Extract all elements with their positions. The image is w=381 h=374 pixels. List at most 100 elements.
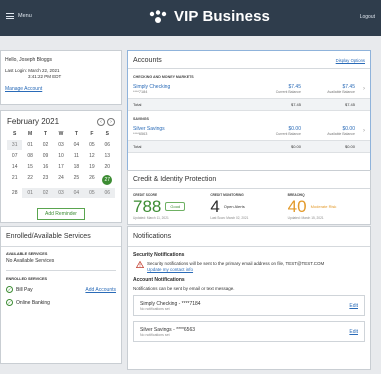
account-row-savings[interactable]: Silver Savings ****6563 $0.00 Current Ba… bbox=[128, 124, 370, 140]
calendar-day[interactable]: 24 bbox=[53, 173, 68, 187]
calendar-day[interactable]: 08 bbox=[22, 151, 37, 161]
brand-logo-icon bbox=[149, 9, 167, 23]
calendar-day[interactable]: 25 bbox=[69, 173, 84, 187]
add-accounts-link[interactable]: Add Accounts bbox=[85, 287, 116, 293]
services-title: Enrolled/Available Services bbox=[1, 227, 121, 247]
total-label: Total bbox=[133, 144, 142, 149]
calendar-weekday: W bbox=[58, 131, 64, 137]
calendar-day[interactable]: 31 bbox=[7, 140, 23, 150]
calendar-weekday: T bbox=[44, 131, 48, 137]
calendar-day[interactable]: 12 bbox=[84, 151, 99, 161]
calendar-day[interactable]: 05 bbox=[84, 140, 99, 150]
total-available: $7.45 bbox=[344, 102, 355, 107]
logout-link[interactable]: Logout bbox=[360, 14, 375, 20]
calendar-day[interactable]: 17 bbox=[53, 162, 68, 172]
last-login: Last Login: March 22, 2021 3:41:22 PM ED… bbox=[5, 68, 117, 80]
notification-status: No notifications set bbox=[140, 306, 170, 311]
menu-label: Menu bbox=[18, 13, 32, 19]
chevron-left-icon[interactable]: ‹ bbox=[97, 117, 105, 126]
display-options-link[interactable]: Display Options bbox=[336, 58, 365, 63]
credit-monitoring[interactable]: CREDIT MONITORING 4 Open Alerts Last Sca… bbox=[210, 193, 287, 220]
edit-link[interactable]: Edit bbox=[349, 303, 358, 309]
account-row-checking[interactable]: Simply Checking ****7184 $7.45 Current B… bbox=[128, 82, 370, 98]
calendar-day[interactable]: 22 bbox=[22, 173, 37, 187]
account-notifications-title: Account Notifications bbox=[133, 277, 185, 283]
calendar-today[interactable]: 27 bbox=[102, 175, 113, 185]
calendar-day[interactable]: 03 bbox=[53, 188, 69, 198]
chevron-right-icon[interactable]: › bbox=[107, 117, 115, 126]
chevron-right-icon[interactable]: › bbox=[355, 86, 365, 92]
accounts-card: Accounts Display Options CHECKING AND MO… bbox=[127, 50, 371, 188]
account-notifications-text: Notifications can be sent by email or te… bbox=[133, 286, 235, 291]
update-contact-link[interactable]: Update my contact info bbox=[147, 267, 324, 272]
notification-account-name: Simply Checking - ****7184 bbox=[140, 300, 201, 307]
calendar-day[interactable]: 07 bbox=[7, 151, 22, 161]
calendar-day[interactable]: 20 bbox=[100, 162, 115, 172]
calendar-day[interactable]: 06 bbox=[99, 188, 115, 198]
calendar-day[interactable]: 13 bbox=[100, 151, 115, 161]
breach-iq-value: 40 bbox=[287, 197, 307, 216]
menu-button[interactable]: Menu bbox=[6, 13, 32, 19]
credit-title: Credit & Identity Protection bbox=[128, 171, 370, 189]
calendar-day[interactable]: 28 bbox=[7, 188, 22, 198]
security-note: Security notifications will be sent to t… bbox=[128, 261, 370, 272]
chevron-right-icon[interactable]: › bbox=[355, 128, 365, 134]
calendar-day[interactable]: 26 bbox=[84, 173, 99, 187]
calendar-day[interactable]: 02 bbox=[37, 188, 54, 198]
manage-account-link[interactable]: Manage Account bbox=[5, 86, 117, 92]
calendar-day[interactable]: 06 bbox=[100, 140, 115, 150]
calendar-day[interactable]: 04 bbox=[68, 188, 85, 198]
edit-link[interactable]: Edit bbox=[349, 329, 358, 335]
calendar-day[interactable]: 19 bbox=[84, 162, 99, 172]
calendar-grid: S M T W T F S 31 01 02 03 04 05 06 07 08 09 10 11 12 13 14 15 1… bbox=[7, 131, 115, 198]
calendar-day[interactable]: 09 bbox=[38, 151, 53, 161]
enrolled-services-heading: ENROLLED SERVICES bbox=[6, 277, 48, 281]
available-services-heading: AVAILABLE SERVICES bbox=[6, 252, 48, 256]
last-scan: Last Scan: March 02, 2021 bbox=[210, 216, 249, 220]
warning-icon bbox=[136, 261, 144, 268]
brand: VIP Business bbox=[148, 8, 270, 25]
calendar-day[interactable]: 21 bbox=[7, 173, 22, 187]
notification-item-checking: Simply Checking - ****7184 No notificati… bbox=[133, 295, 365, 316]
calendar-day[interactable]: 18 bbox=[69, 162, 84, 172]
accounts-title: Accounts bbox=[133, 57, 162, 64]
service-name: Bill Pay bbox=[16, 286, 33, 293]
credit-score[interactable]: CREDIT SCORE 788 Good Updated: March 11,… bbox=[133, 193, 210, 220]
calendar-day[interactable]: 11 bbox=[69, 151, 84, 161]
calendar-day[interactable]: 27 bbox=[100, 173, 115, 187]
calendar-weekday: F bbox=[90, 131, 94, 137]
credit-score-badge: Good bbox=[165, 202, 186, 211]
breach-iq[interactable]: BREACHIQ 40 Moderate Risk Updated: March… bbox=[288, 193, 365, 220]
credit-score-value: 788 bbox=[133, 197, 162, 216]
security-note-text: Security notifications will be sent to t… bbox=[147, 261, 325, 266]
calendar-day[interactable]: 16 bbox=[38, 162, 53, 172]
notifications-title: Notifications bbox=[128, 227, 370, 247]
account-number: ****6563 bbox=[133, 132, 148, 136]
services-card: Enrolled/Available Services AVAILABLE SE… bbox=[0, 226, 122, 364]
open-alerts-label: Open Alerts bbox=[223, 204, 245, 209]
available-services-empty: No Available Services bbox=[6, 258, 116, 271]
available-balance-label: Available Balance bbox=[327, 90, 355, 94]
open-alerts-count: 4 bbox=[210, 197, 220, 216]
hamburger-icon bbox=[6, 13, 14, 19]
calendar-month: February 2021 bbox=[7, 117, 60, 126]
calendar-day[interactable]: 02 bbox=[38, 140, 53, 150]
calendar-day[interactable]: 23 bbox=[38, 173, 53, 187]
total-label: Total bbox=[133, 102, 142, 107]
calendar-day[interactable]: 01 bbox=[22, 188, 38, 198]
calendar-day[interactable]: 10 bbox=[53, 151, 68, 161]
breach-updated: Updated: March 15, 2021 bbox=[287, 216, 324, 220]
calendar-weekday: T bbox=[74, 131, 78, 137]
add-reminder-button[interactable]: Add Reminder bbox=[37, 208, 85, 220]
checking-total-row: Total $7.45 $7.45 bbox=[128, 98, 370, 111]
check-circle-icon: ✓ bbox=[6, 299, 13, 306]
calendar-day[interactable]: 14 bbox=[7, 162, 22, 172]
calendar-day[interactable]: 15 bbox=[22, 162, 37, 172]
account-number: ****7184 bbox=[133, 90, 148, 94]
notification-status: No notifications set bbox=[140, 332, 170, 337]
calendar-day[interactable]: 01 bbox=[22, 140, 37, 150]
calendar-day[interactable]: 03 bbox=[53, 140, 68, 150]
calendar-day[interactable]: 04 bbox=[69, 140, 84, 150]
calendar-day[interactable]: 05 bbox=[84, 188, 100, 198]
savings-section-heading: SAVINGS bbox=[133, 117, 149, 121]
